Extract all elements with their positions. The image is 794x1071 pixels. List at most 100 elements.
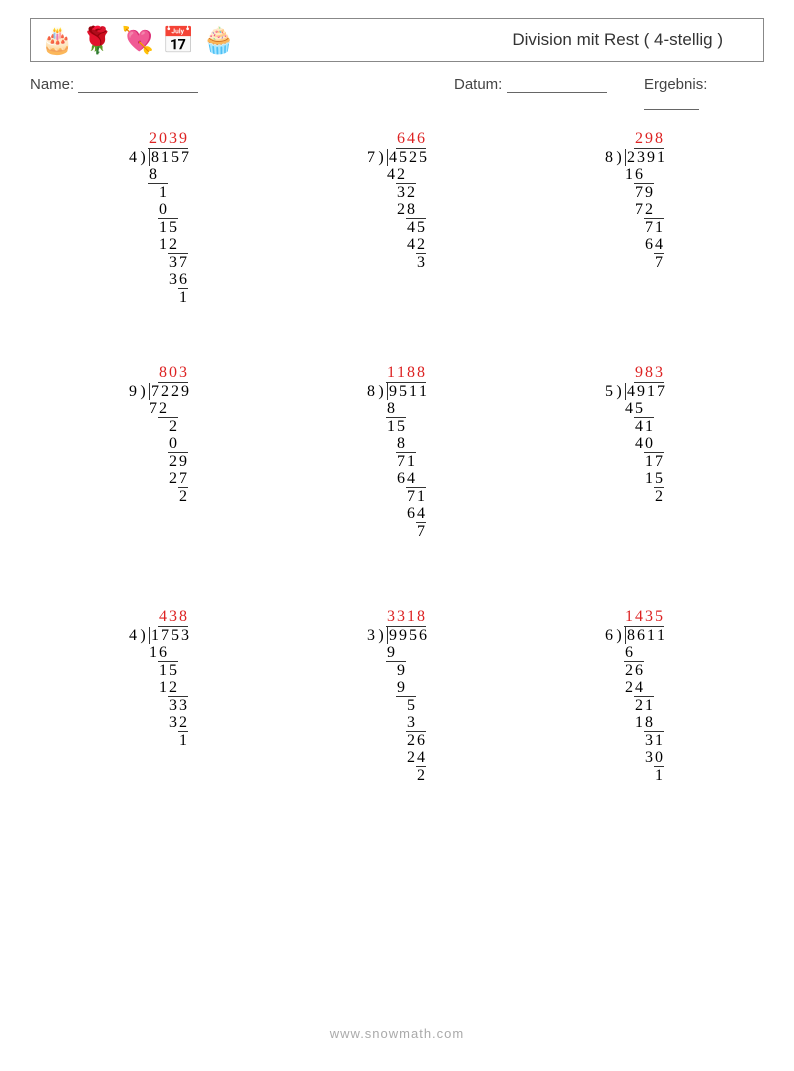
long-division: 33183)99569995326242 [366, 608, 428, 784]
footer-url: www.snowmath.com [0, 1026, 794, 1041]
step-line: 31 [644, 731, 664, 749]
long-division: 9835)491745414017152 [604, 364, 666, 505]
dividend: 8157 [150, 149, 190, 166]
problem-cell: 4384)175316151233321 [40, 608, 278, 838]
dividend: 9956 [388, 627, 428, 644]
quotient: 1188 [386, 364, 426, 383]
step-line: 1 [654, 766, 664, 784]
step-line: 8 [148, 166, 158, 183]
divisor: 4) [128, 627, 150, 644]
step-line: 42 [386, 166, 406, 183]
step-line: 32 [168, 714, 188, 731]
step-line: 71 [644, 218, 664, 236]
problem-cell: 14356)861162624211831301 [516, 608, 754, 838]
step-line: 40 [634, 435, 654, 452]
cupcake-icon: 🧁 [203, 27, 235, 53]
quotient: 1435 [624, 608, 664, 627]
long-division: 8039)7229722029272 [128, 364, 190, 505]
step-line: 45 [406, 218, 426, 236]
header-box: 🎂 🌹 💘 📅 🧁 Division mit Rest ( 4-stellig … [30, 18, 764, 62]
info-fields: Name: Datum: Ergebnis: [30, 76, 764, 110]
step-line: 0 [168, 435, 178, 452]
divisor: 4) [128, 149, 150, 166]
date-blank[interactable] [507, 78, 607, 93]
step-line: 41 [634, 417, 654, 435]
cake-icon: 🎂 [41, 27, 73, 53]
quotient: 803 [158, 364, 188, 383]
step-line: 30 [644, 749, 664, 766]
step-line: 15 [386, 417, 406, 435]
quotient: 983 [634, 364, 664, 383]
step-line: 2 [654, 487, 664, 505]
step-line: 16 [148, 644, 168, 661]
step-line: 45 [624, 400, 644, 417]
step-line: 72 [634, 201, 654, 218]
step-line: 33 [168, 696, 188, 714]
step-line: 1 [178, 288, 188, 306]
divisor: 8) [366, 383, 388, 400]
name-label: Name: [30, 76, 74, 93]
problem-cell: 9835)491745414017152 [516, 364, 754, 604]
dividend: 1753 [150, 627, 190, 644]
step-line: 1 [148, 183, 168, 201]
step-line: 0 [158, 201, 168, 218]
quotient: 438 [158, 608, 188, 627]
long-division: 6467)452542322845423 [366, 130, 428, 271]
step-line: 6 [624, 644, 634, 661]
step-line: 5 [396, 696, 416, 714]
step-line: 15 [644, 470, 664, 487]
step-line: 28 [396, 201, 416, 218]
dividend: 9511 [388, 383, 428, 400]
step-line: 64 [644, 236, 664, 253]
divisor: 3) [366, 627, 388, 644]
step-line: 16 [624, 166, 644, 183]
dividend: 7229 [150, 383, 190, 400]
step-line: 36 [168, 271, 188, 288]
problems-grid: 20394)81578101512373616467)4525423228454… [40, 130, 754, 838]
quotient: 2039 [148, 130, 188, 149]
name-blank[interactable] [78, 78, 198, 93]
step-line: 24 [624, 679, 644, 696]
step-line: 15 [158, 661, 178, 679]
step-line: 29 [168, 452, 188, 470]
divisor: 9) [128, 383, 150, 400]
step-line: 12 [158, 679, 178, 696]
dividend: 4525 [388, 149, 428, 166]
step-line: 9 [386, 661, 406, 679]
divisor: 7) [366, 149, 388, 166]
step-line: 26 [624, 661, 644, 679]
header-icons: 🎂 🌹 💘 📅 🧁 [41, 27, 235, 53]
step-line: 71 [396, 452, 416, 470]
divisor: 5) [604, 383, 626, 400]
step-line: 27 [168, 470, 188, 487]
long-division: 2988)239116797271647 [604, 130, 666, 271]
step-line: 71 [406, 487, 426, 505]
long-division: 14356)861162624211831301 [604, 608, 666, 784]
result-blank[interactable] [644, 95, 699, 110]
problem-cell: 33183)99569995326242 [278, 608, 516, 838]
step-line: 8 [396, 435, 406, 452]
step-line: 37 [168, 253, 188, 271]
rose-icon: 🌹 [81, 27, 113, 53]
quotient: 646 [396, 130, 426, 149]
step-line: 72 [148, 400, 168, 417]
dividend: 2391 [626, 149, 666, 166]
step-line: 7 [654, 253, 664, 271]
step-line: 21 [634, 696, 654, 714]
problem-cell: 6467)452542322845423 [278, 130, 516, 360]
step-line: 79 [634, 183, 654, 201]
long-division: 20394)8157810151237361 [128, 130, 190, 306]
step-line: 32 [396, 183, 416, 201]
step-line: 42 [406, 236, 426, 253]
step-line: 15 [158, 218, 178, 236]
step-line: 64 [406, 505, 426, 522]
step-line: 7 [416, 522, 426, 540]
result-label: Ergebnis: [644, 76, 707, 93]
quotient: 298 [634, 130, 664, 149]
problem-cell: 2988)239116797271647 [516, 130, 754, 360]
step-line: 24 [406, 749, 426, 766]
divisor: 6) [604, 627, 626, 644]
step-line: 64 [396, 470, 416, 487]
dividend: 4917 [626, 383, 666, 400]
step-line: 26 [406, 731, 426, 749]
